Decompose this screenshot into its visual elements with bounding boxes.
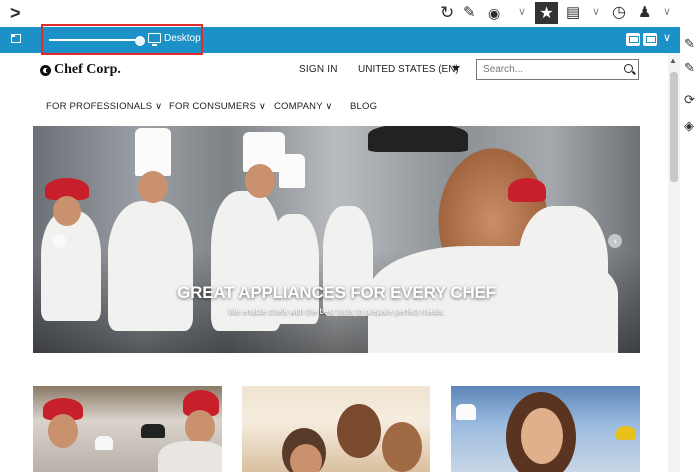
hero-carousel[interactable]: ‹ › GREAT APPLIANCES FOR EVERY CHEF We e… xyxy=(33,126,640,353)
refresh-tool-icon[interactable]: ⟳ xyxy=(684,92,695,108)
clock-icon[interactable]: ◷ xyxy=(612,3,626,23)
panel-toggle-icon[interactable] xyxy=(11,34,21,43)
hero-title: GREAT APPLIANCES FOR EVERY CHEF xyxy=(177,283,496,302)
user-chevron-icon[interactable]: ∨ xyxy=(663,5,671,18)
hero-figure xyxy=(279,154,305,188)
tile-figure xyxy=(382,422,422,472)
expand-icon[interactable]: > xyxy=(10,3,21,23)
hero-figure xyxy=(518,206,608,346)
app-toolbar: > ↻ ✎ ◉ ∨ ★ ▤ ∨ ◷ ♟ ∨ xyxy=(0,0,697,27)
locale-selector[interactable]: UNITED STATES (EN) xyxy=(358,64,459,75)
user-icon[interactable]: ♟ xyxy=(638,3,651,23)
device-layout-button[interactable] xyxy=(643,33,657,46)
site-logo[interactable]: Chef Corp. xyxy=(40,62,121,78)
sign-in-link[interactable]: SIGN IN xyxy=(299,64,338,75)
nav-for-consumers[interactable]: FOR CONSUMERS ∨ xyxy=(169,101,266,112)
tile-figure xyxy=(616,426,636,440)
promo-tile-professionals[interactable] xyxy=(33,386,222,472)
chart-icon[interactable]: ▤ xyxy=(566,3,580,23)
carousel-next-button[interactable]: › xyxy=(608,234,622,248)
selection-highlight xyxy=(41,24,203,55)
hero-figure xyxy=(135,128,171,176)
logo-text: Chef Corp. xyxy=(54,62,121,77)
hero-subtitle: We enable chefs with the best tools to p… xyxy=(228,307,445,316)
tile-figure xyxy=(337,404,381,458)
scroll-thumb[interactable] xyxy=(670,72,678,182)
tile-figure xyxy=(141,424,165,438)
share-icon[interactable]: ◉ xyxy=(488,3,500,23)
search-icon[interactable] xyxy=(624,64,633,73)
chart-chevron-icon[interactable]: ∨ xyxy=(592,5,600,18)
tile-figure xyxy=(185,410,215,444)
hero-figure xyxy=(508,178,546,202)
tile-figure xyxy=(290,444,322,472)
open-external-icon[interactable]: ✎ xyxy=(463,3,476,23)
device-chevron-icon[interactable]: ∨ xyxy=(663,31,671,44)
promo-tile-company[interactable] xyxy=(451,386,640,472)
search-input[interactable] xyxy=(476,59,639,80)
tile-figure xyxy=(48,414,78,448)
share-chevron-icon[interactable]: ∨ xyxy=(518,5,526,18)
reload-icon[interactable]: ↻ xyxy=(440,3,454,23)
nav-for-professionals[interactable]: FOR PROFESSIONALS ∨ xyxy=(46,101,162,112)
hero-figure xyxy=(368,126,468,152)
hero-figure xyxy=(53,196,81,226)
hero-figure xyxy=(138,171,168,203)
tile-figure xyxy=(456,404,476,420)
star-icon[interactable]: ★ xyxy=(535,2,558,24)
hero-figure xyxy=(41,211,101,321)
globe-tool-icon[interactable]: ◈ xyxy=(684,118,694,134)
nav-company[interactable]: COMPANY ∨ xyxy=(274,101,333,112)
tile-figure xyxy=(158,441,222,472)
caret-down-icon[interactable] xyxy=(452,66,460,71)
tile-figure xyxy=(521,408,563,464)
pen-tool-icon[interactable]: ✎ xyxy=(684,60,695,76)
nav-blog[interactable]: BLOG xyxy=(350,101,377,112)
promo-tile-consumers[interactable] xyxy=(242,386,430,472)
tile-figure xyxy=(95,436,113,450)
scroll-up-icon[interactable]: ▲ xyxy=(669,56,677,65)
device-preview-button[interactable] xyxy=(626,33,640,46)
edit-tool-icon[interactable]: ✎ xyxy=(684,36,695,52)
hero-figure xyxy=(245,164,275,198)
logo-mark-icon xyxy=(40,64,51,76)
carousel-prev-button[interactable]: ‹ xyxy=(52,234,66,248)
